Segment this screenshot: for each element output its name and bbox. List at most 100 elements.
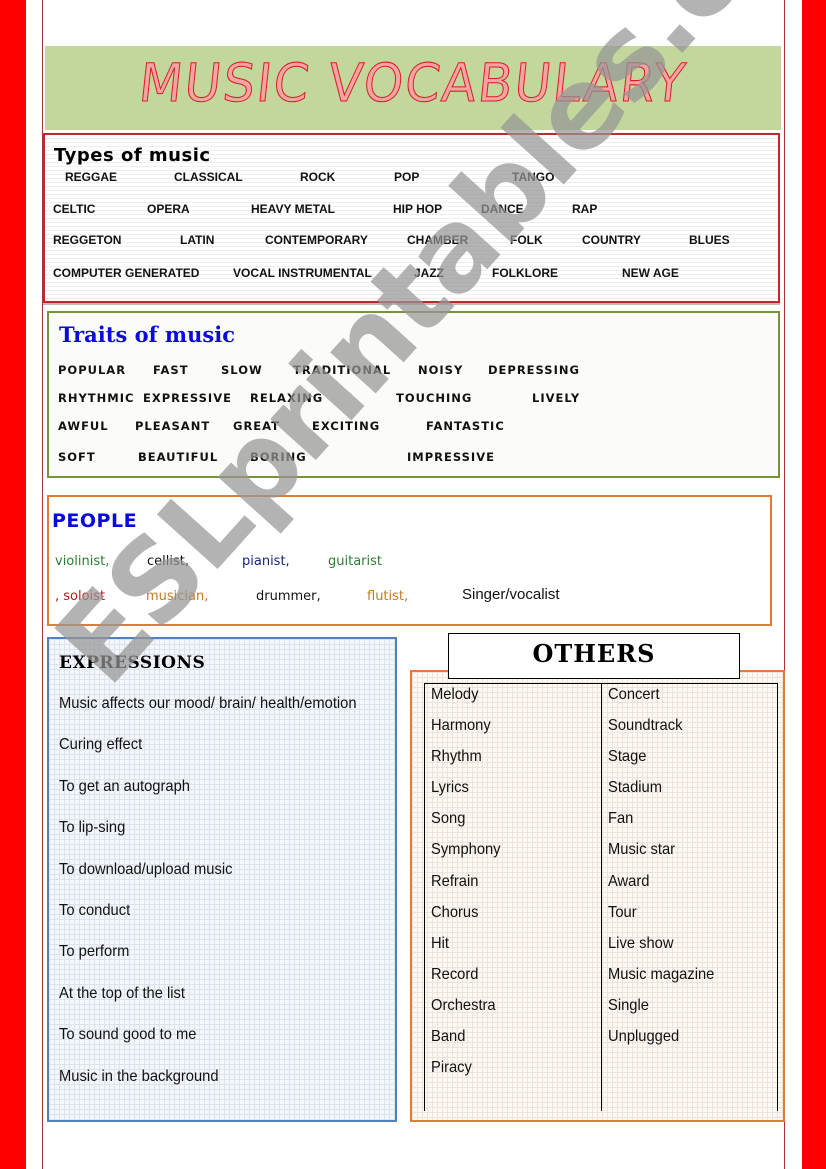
expression-item: At the top of the list bbox=[59, 984, 186, 1002]
others-item: Single bbox=[607, 996, 649, 1014]
music-type: BLUES bbox=[689, 233, 730, 247]
traits-of-music-box: Traits of music POPULAR FAST SLOW TRADIT… bbox=[47, 311, 780, 478]
right-red-margin bbox=[802, 0, 826, 1169]
music-trait: BEAUTIFUL bbox=[138, 450, 219, 464]
music-trait: LIVELY bbox=[532, 391, 581, 405]
others-item: Song bbox=[431, 810, 466, 828]
others-item: Award bbox=[607, 872, 649, 890]
expression-item: Music affects our mood/ brain/ health/em… bbox=[59, 695, 357, 712]
music-trait: TOUCHING bbox=[396, 391, 473, 405]
person-word: pianist, bbox=[242, 554, 290, 569]
others-item: Piracy bbox=[431, 1059, 472, 1077]
music-trait: FANTASTIC bbox=[426, 419, 505, 433]
music-type: CONTEMPORARY bbox=[265, 233, 368, 247]
music-type: LATIN bbox=[180, 233, 215, 247]
expression-item: To sound good to me bbox=[59, 1026, 197, 1044]
expression-item: Curing effect bbox=[59, 736, 143, 754]
others-item: Symphony bbox=[431, 841, 501, 859]
music-trait: DEPRESSING bbox=[488, 363, 580, 377]
person-word: musician, bbox=[146, 589, 209, 604]
person-word: violinist, bbox=[55, 554, 110, 569]
others-title-box: OTHERS bbox=[448, 633, 740, 679]
others-item: Stadium bbox=[607, 779, 662, 797]
others-item: Refrain bbox=[431, 872, 479, 890]
others-item: Hit bbox=[431, 934, 449, 952]
music-trait: POPULAR bbox=[58, 363, 127, 377]
expressions-list: Music affects our mood/ brain/ health/em… bbox=[59, 694, 382, 1108]
music-trait: RHYTHMIC bbox=[58, 391, 135, 405]
traits-of-music-heading: Traits of music bbox=[59, 322, 236, 347]
music-type: POP bbox=[394, 170, 420, 184]
others-item: Chorus bbox=[431, 903, 479, 921]
others-item: Music magazine bbox=[607, 965, 714, 983]
music-type: COUNTRY bbox=[582, 233, 641, 247]
others-item: Orchestra bbox=[431, 996, 496, 1014]
music-trait: GREAT bbox=[233, 419, 281, 433]
music-type: JAZZ bbox=[414, 266, 444, 280]
music-type: REGGETON bbox=[53, 233, 122, 247]
music-type: OPERA bbox=[147, 202, 190, 216]
music-trait: SLOW bbox=[221, 363, 263, 377]
music-trait: FAST bbox=[153, 363, 189, 377]
expression-item: To get an autograph bbox=[59, 777, 190, 795]
types-of-music-box: Types of music REGGAE CLASSICAL ROCK POP… bbox=[43, 133, 780, 303]
others-item: Record bbox=[431, 965, 479, 983]
person-word: guitarist bbox=[328, 554, 382, 569]
left-red-margin bbox=[0, 0, 26, 1169]
expression-item: Music in the background bbox=[59, 1067, 219, 1085]
title-banner: MUSIC VOCABULARY bbox=[45, 46, 781, 130]
others-item: Soundtrack bbox=[607, 717, 682, 735]
music-type: RAP bbox=[572, 202, 598, 216]
others-heading: OTHERS bbox=[532, 639, 656, 668]
others-item: Band bbox=[431, 1028, 466, 1046]
page-title: MUSIC VOCABULARY bbox=[136, 52, 690, 114]
person-word: , soloist bbox=[55, 589, 106, 604]
others-table: Melody Harmony Rhythm Lyrics Song Sympho… bbox=[424, 683, 778, 1111]
expression-item: To download/upload music bbox=[59, 860, 233, 878]
music-type: HIP HOP bbox=[393, 202, 443, 216]
others-item: Music star bbox=[607, 841, 675, 859]
music-trait: EXCITING bbox=[312, 419, 381, 433]
types-of-music-heading: Types of music bbox=[54, 145, 211, 166]
others-item: Harmony bbox=[431, 717, 491, 735]
others-item: Live show bbox=[607, 934, 673, 952]
others-item: Tour bbox=[607, 903, 637, 921]
music-trait: SOFT bbox=[58, 450, 96, 464]
others-item: Fan bbox=[607, 810, 633, 828]
music-trait: TRADITIONAL bbox=[293, 363, 392, 377]
others-column-2: Concert Soundtrack Stage Stadium Fan Mus… bbox=[600, 684, 778, 1111]
music-trait: EXPRESSIVE bbox=[143, 391, 232, 405]
expression-item: To lip-sing bbox=[59, 819, 126, 837]
expression-item: To perform bbox=[59, 943, 130, 961]
music-trait: NOISY bbox=[418, 363, 464, 377]
music-type: NEW AGE bbox=[622, 266, 679, 280]
person-word: Singer/vocalist bbox=[462, 586, 560, 603]
music-type: ROCK bbox=[300, 170, 336, 184]
music-trait: AWFUL bbox=[58, 419, 109, 433]
others-item: Lyrics bbox=[431, 779, 469, 797]
others-box: Melody Harmony Rhythm Lyrics Song Sympho… bbox=[410, 670, 785, 1122]
music-trait: PLEASANT bbox=[135, 419, 211, 433]
music-type: CHAMBER bbox=[407, 233, 469, 247]
music-trait: BORING bbox=[250, 450, 307, 464]
music-type: HEAVY METAL bbox=[251, 202, 336, 216]
music-trait: IMPRESSIVE bbox=[407, 450, 495, 464]
others-item: Stage bbox=[607, 748, 646, 766]
music-type: VOCAL INSTRUMENTAL bbox=[233, 266, 372, 280]
people-box: PEOPLE violinist, cellist, pianist, guit… bbox=[47, 495, 772, 626]
expressions-box: EXPRESSIONS Music affects our mood/ brai… bbox=[47, 637, 397, 1122]
others-item: Rhythm bbox=[431, 748, 482, 766]
music-type: COMPUTER GENERATED bbox=[53, 266, 200, 280]
music-type: CELTIC bbox=[53, 202, 96, 216]
others-column-1: Melody Harmony Rhythm Lyrics Song Sympho… bbox=[425, 684, 601, 1111]
person-word: cellist, bbox=[147, 554, 189, 569]
music-type: TANGO bbox=[512, 170, 555, 184]
music-type: DANCE bbox=[481, 202, 524, 216]
person-word: flutist, bbox=[367, 589, 409, 604]
music-trait: RELAXING bbox=[250, 391, 324, 405]
music-type: REGGAE bbox=[65, 170, 118, 184]
music-type: FOLK bbox=[510, 233, 543, 247]
expressions-heading: EXPRESSIONS bbox=[59, 653, 206, 673]
others-item: Concert bbox=[607, 686, 660, 703]
others-item: Melody bbox=[431, 686, 479, 703]
